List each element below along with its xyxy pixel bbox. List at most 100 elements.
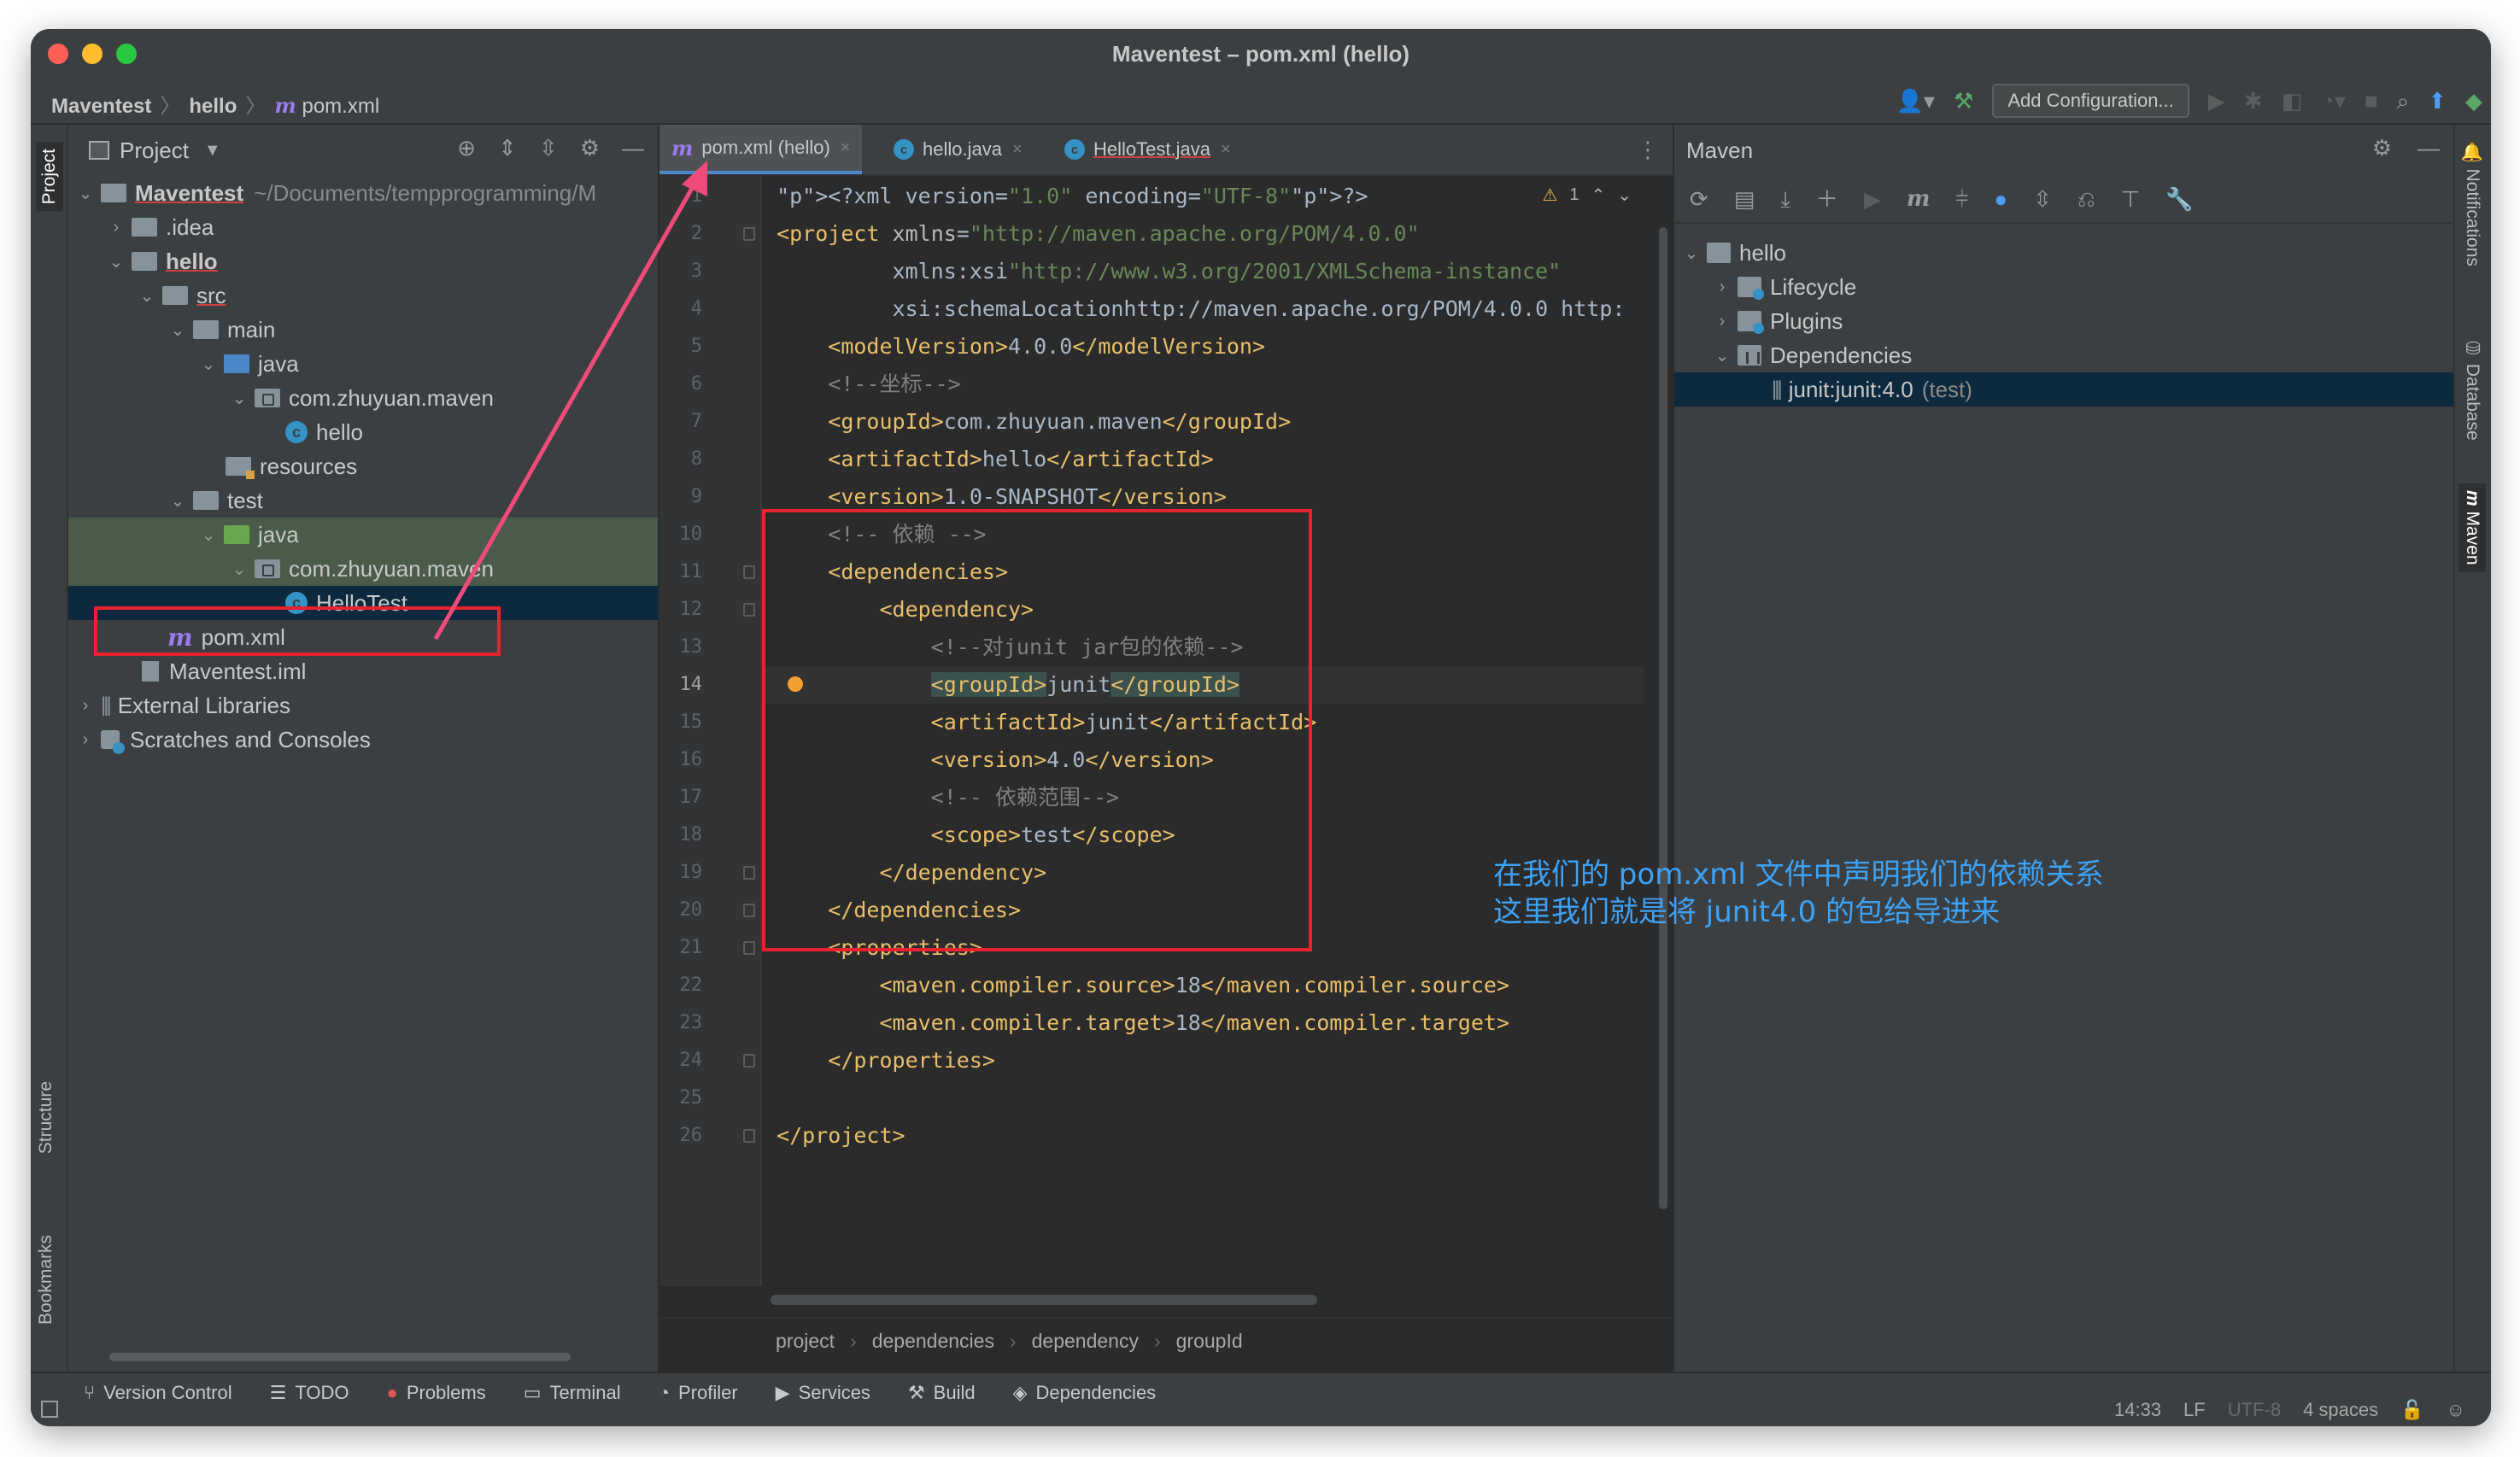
close-icon[interactable]: ×: [1012, 140, 1023, 160]
inspection-widget[interactable]: ⚠ 1 ⌃ ⌄: [1542, 184, 1632, 206]
tree-item-pom-xml[interactable]: m pom.xml: [68, 620, 658, 654]
code-editor[interactable]: "p"><?xml version="1.0" encoding="UTF-8"…: [764, 176, 1644, 1286]
code-line[interactable]: <scope>test</scope>: [764, 816, 1644, 854]
code-line[interactable]: <groupId>junit</groupId>: [764, 666, 1644, 704]
run-icon[interactable]: ▶: [1864, 188, 1881, 210]
fold-marker-icon[interactable]: [743, 603, 755, 617]
file-encoding[interactable]: UTF-8: [2228, 1399, 2281, 1421]
chevron-down-icon[interactable]: ⌄: [167, 319, 188, 341]
expand-all-icon[interactable]: ⇕: [498, 137, 517, 159]
crumb-project[interactable]: project: [776, 1330, 835, 1353]
chevron-right-icon[interactable]: ›: [1712, 312, 1732, 331]
code-line[interactable]: <version>4.0</version>: [764, 741, 1644, 779]
memory-indicator-icon[interactable]: ☺: [2447, 1399, 2465, 1421]
code-line[interactable]: <maven.compiler.target>18</maven.compile…: [764, 1004, 1644, 1042]
stop-icon[interactable]: ■: [2365, 90, 2378, 112]
gear-icon[interactable]: ⚙: [580, 137, 600, 159]
code-line[interactable]: <modelVersion>4.0.0</modelVersion>: [764, 328, 1644, 366]
tree-item-maventest-iml[interactable]: Maventest.iml: [68, 654, 658, 688]
debug-icon[interactable]: ✱: [2244, 90, 2263, 112]
tree-item-test-java[interactable]: ⌄ java: [68, 518, 658, 552]
chevron-right-icon[interactable]: ›: [106, 218, 126, 237]
code-line[interactable]: xmlns:xsi"http://www.w3.org/2001/XMLSche…: [764, 253, 1644, 290]
caret-position[interactable]: 14:33: [2114, 1399, 2161, 1421]
indent-setting[interactable]: 4 spaces: [2303, 1399, 2378, 1421]
tab-pom-xml[interactable]: m pom.xml (hello) ×: [659, 125, 863, 174]
fold-marker-icon[interactable]: [743, 904, 755, 917]
build-tool-button[interactable]: ⚒ Build: [908, 1382, 976, 1404]
chevron-down-icon[interactable]: ⌄: [1617, 184, 1632, 206]
tree-item-idea[interactable]: › .idea: [68, 210, 658, 244]
database-tool-tab[interactable]: ⛁ Database: [2462, 338, 2482, 441]
code-line[interactable]: [764, 1080, 1644, 1117]
analyze-icon[interactable]: ⊤: [2121, 188, 2141, 210]
add-configuration-button[interactable]: Add Configuration...: [1992, 84, 2189, 118]
tree-item-scratches[interactable]: › Scratches and Consoles: [68, 723, 658, 757]
project-tool-tab[interactable]: Project: [36, 142, 63, 212]
reload-icon[interactable]: ⟳: [1690, 188, 1708, 210]
chevron-down-icon[interactable]: ⌄: [1681, 243, 1702, 264]
structure-tool-tab[interactable]: Structure: [36, 1081, 56, 1154]
code-line[interactable]: <properties>: [764, 929, 1644, 967]
maven-tool-tab[interactable]: m Maven: [2458, 483, 2486, 572]
close-icon[interactable]: ×: [1221, 140, 1231, 160]
code-line[interactable]: <!-- 依赖范围-->: [764, 779, 1644, 816]
tab-hello-java[interactable]: c hello.java ×: [882, 125, 1034, 174]
project-panel-title[interactable]: Project: [120, 138, 189, 164]
terminal-tool-button[interactable]: ▭ Terminal: [524, 1382, 621, 1404]
chevron-down-icon[interactable]: ⌄: [229, 388, 249, 409]
profile-icon[interactable]: ◔▾: [2321, 90, 2346, 112]
code-line[interactable]: xsi:schemaLocationhttp://maven.apache.or…: [764, 290, 1644, 328]
crumb-dependency[interactable]: dependency: [1032, 1330, 1139, 1353]
tree-item-hello-module[interactable]: ⌄ hello: [68, 244, 658, 278]
code-line[interactable]: <artifactId>hello</artifactId>: [764, 441, 1644, 478]
profiler-tool-button[interactable]: ◔ Profiler: [659, 1382, 738, 1404]
crumb-file[interactable]: pom.xml: [302, 95, 379, 118]
toggle-tool-windows-icon[interactable]: [41, 1401, 58, 1418]
chevron-down-icon[interactable]: ⌄: [106, 251, 126, 272]
horizontal-scrollbar[interactable]: [771, 1295, 1317, 1305]
execute-goal-icon[interactable]: m: [1907, 188, 1931, 210]
vertical-scrollbar[interactable]: [1657, 227, 1669, 1218]
account-icon[interactable]: 👤▾: [1896, 90, 1935, 112]
maven-item-lifecycle[interactable]: › Lifecycle: [1674, 270, 2453, 304]
code-line[interactable]: <dependencies>: [764, 553, 1644, 591]
chevron-right-icon[interactable]: ›: [75, 730, 96, 750]
fold-marker-icon[interactable]: [743, 227, 755, 241]
chevron-down-icon[interactable]: ⌄: [229, 559, 249, 580]
download-icon[interactable]: ⤓: [1780, 188, 1790, 210]
chevron-down-icon[interactable]: ⌄: [198, 354, 219, 375]
services-tool-button[interactable]: ▶ Services: [776, 1382, 870, 1404]
maven-item-junit[interactable]: ||| junit:junit:4.0 (test): [1674, 372, 2453, 407]
code-line[interactable]: <artifactId>junit</artifactId>: [764, 704, 1644, 741]
crumb-project[interactable]: Maventest: [51, 95, 151, 118]
fold-marker-icon[interactable]: [743, 565, 755, 579]
more-options-icon[interactable]: ⋮: [1637, 137, 1659, 163]
chevron-down-icon[interactable]: ⌄: [75, 183, 96, 204]
fold-marker-icon[interactable]: [743, 866, 755, 880]
version-control-tool-button[interactable]: ⑂ Version Control: [84, 1382, 232, 1404]
show-dependencies-icon[interactable]: ⎌: [2078, 188, 2095, 210]
crumb-groupid[interactable]: groupId: [1176, 1330, 1243, 1353]
tree-item-main[interactable]: ⌄ main: [68, 313, 658, 347]
build-hammer-icon[interactable]: ⚒: [1954, 90, 1973, 112]
chevron-up-icon[interactable]: ⌃: [1591, 184, 1605, 206]
hide-panel-icon[interactable]: —: [2417, 137, 2440, 159]
crumb-dependencies[interactable]: dependencies: [872, 1330, 994, 1353]
intention-bulb-icon[interactable]: [788, 676, 803, 692]
tree-item-external-libraries[interactable]: › ||| External Libraries: [68, 688, 658, 723]
code-line[interactable]: <!-- 依赖 -->: [764, 516, 1644, 553]
toggle-offline-icon[interactable]: ⫩: [1955, 188, 1968, 210]
tree-item-main-java[interactable]: ⌄ java: [68, 347, 658, 381]
crumb-module[interactable]: hello: [189, 95, 237, 118]
code-line[interactable]: <project xmlns="http://maven.apache.org/…: [764, 215, 1644, 253]
tree-item-hellotest-class[interactable]: c HelloTest: [68, 586, 658, 620]
chevron-right-icon[interactable]: ›: [75, 696, 96, 716]
coverage-icon[interactable]: ◧: [2282, 90, 2303, 112]
code-line[interactable]: "p"><?xml version="1.0" encoding="UTF-8"…: [764, 178, 1644, 215]
chevron-right-icon[interactable]: ›: [1712, 278, 1732, 297]
code-line[interactable]: <maven.compiler.source>18</maven.compile…: [764, 967, 1644, 1004]
lock-icon[interactable]: 🔓: [2400, 1399, 2423, 1421]
problems-tool-button[interactable]: ● Problems: [387, 1382, 486, 1404]
update-icon[interactable]: ⬆: [2428, 90, 2447, 112]
